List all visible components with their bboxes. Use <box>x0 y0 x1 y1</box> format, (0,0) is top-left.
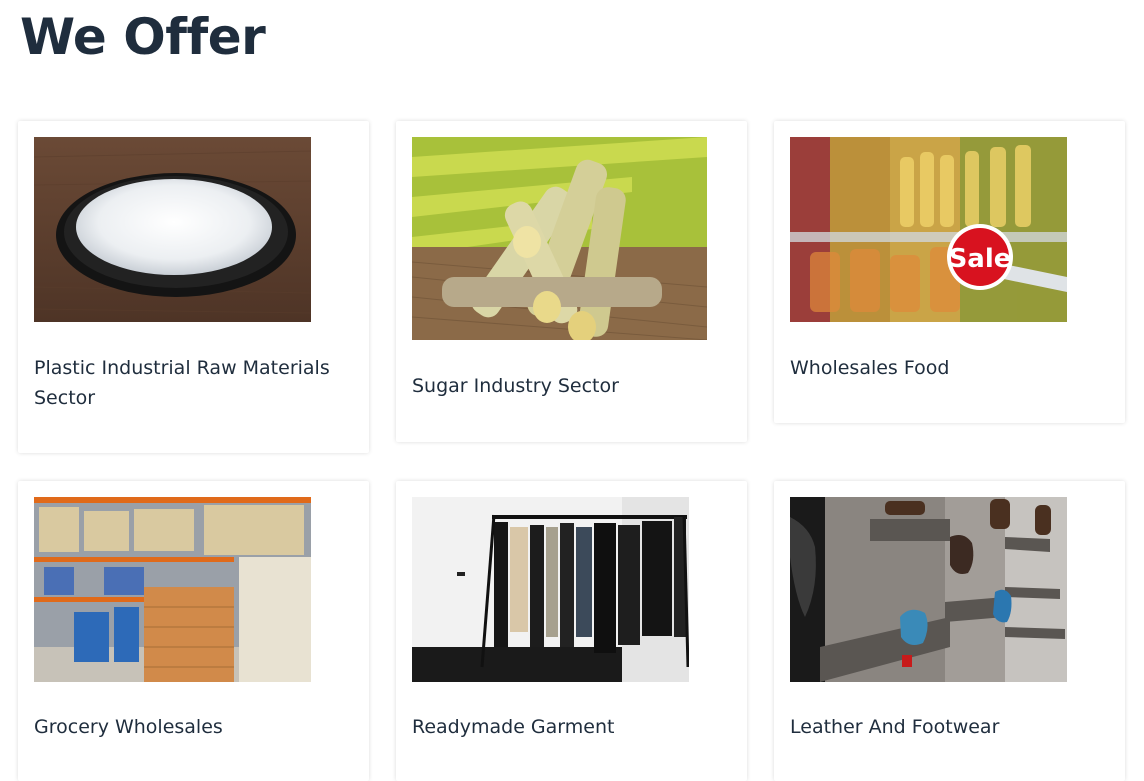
clothing-rack-image[interactable] <box>412 497 689 682</box>
supermarket-shelf-image[interactable]: Sale <box>790 137 1067 322</box>
offer-card-sugar[interactable]: Sugar Industry Sector <box>396 121 747 442</box>
plastic-granules-image[interactable] <box>34 137 311 322</box>
offer-card-grocery[interactable]: Grocery Wholesales <box>18 481 369 781</box>
offer-title[interactable]: Readymade Garment <box>412 712 731 742</box>
offer-card-leather[interactable]: Leather And Footwear <box>774 481 1125 781</box>
warehouse-aisle-image[interactable] <box>34 497 311 682</box>
offer-title[interactable]: Plastic Industrial Raw Materials Sector <box>34 353 353 413</box>
sale-sign-text: Sale <box>949 244 1012 274</box>
offer-title[interactable]: Leather And Footwear <box>790 712 1109 742</box>
offer-card-garment[interactable]: Readymade Garment <box>396 481 747 781</box>
shoe-display-image[interactable] <box>790 497 1067 682</box>
sugarcane-image[interactable] <box>412 137 707 340</box>
offer-card-plastic[interactable]: Plastic Industrial Raw Materials Sector <box>18 121 369 453</box>
offer-title[interactable]: Wholesales Food <box>790 353 1109 383</box>
offer-card-wholesale-food[interactable]: Sale Wholesales Food <box>774 121 1125 423</box>
page-title: We Offer <box>20 8 266 66</box>
offer-title[interactable]: Sugar Industry Sector <box>412 371 731 401</box>
offer-title[interactable]: Grocery Wholesales <box>34 712 353 742</box>
